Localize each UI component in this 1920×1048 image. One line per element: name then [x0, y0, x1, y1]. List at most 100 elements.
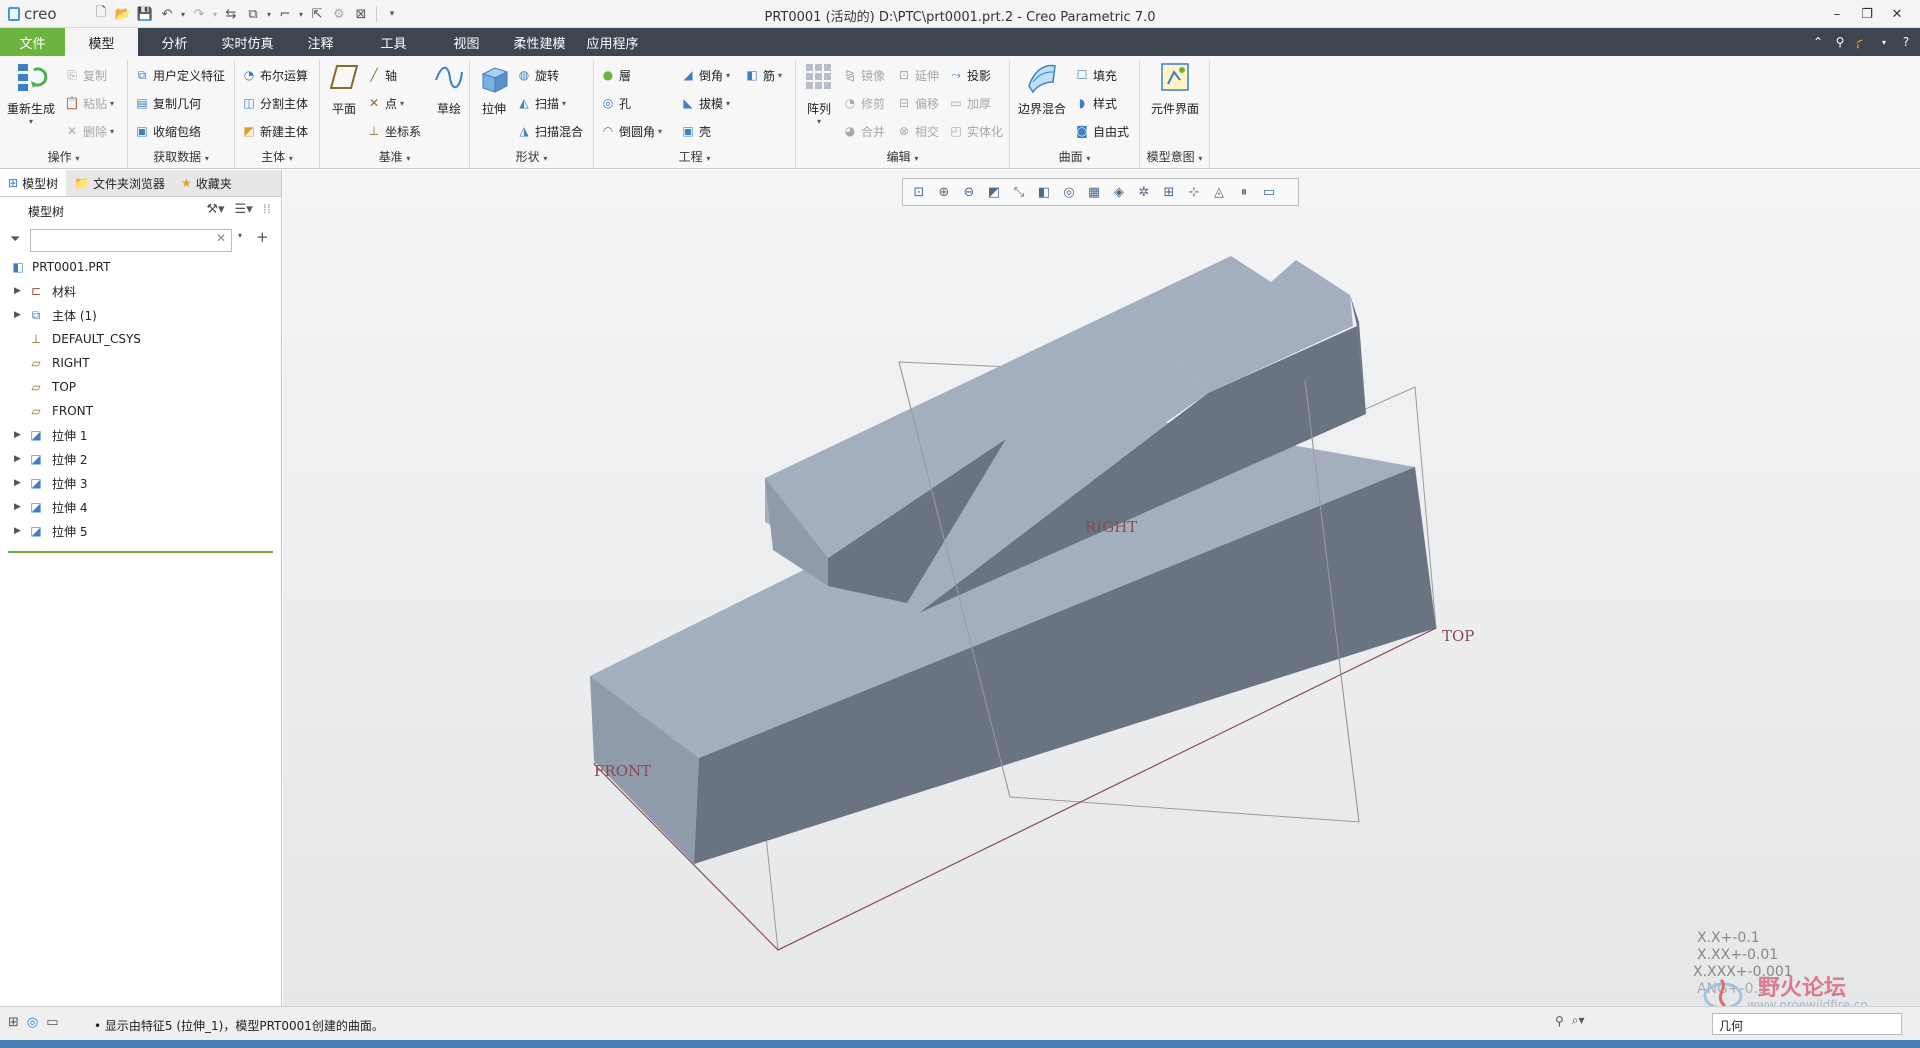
tree-node-csys[interactable]: ⊥ DEFAULT_CSYS	[0, 327, 281, 351]
settings-dropdown-icon[interactable]: ▾	[1876, 32, 1892, 52]
layer-button[interactable]: ● 層	[600, 65, 631, 85]
sweep-button[interactable]: ◭ 扫描 ▾	[516, 93, 566, 113]
solidify-button[interactable]: ◰ 实体化	[948, 121, 1003, 141]
tree-node-extrude-5[interactable]: ▶ ◪ 拉伸 5	[0, 519, 281, 543]
csys-button[interactable]: ⊥ 坐标系	[366, 121, 421, 141]
tab-favorites[interactable]: ★ 收藏夹	[173, 170, 240, 196]
freestyle-button[interactable]: ◙ 自由式	[1074, 121, 1129, 141]
help-icon[interactable]: ?	[1898, 32, 1914, 52]
pause-icon[interactable]: ⏸	[1232, 181, 1256, 203]
rib-button[interactable]: ◧ 筋 ▾	[744, 65, 782, 85]
tab-file[interactable]: 文件	[0, 28, 65, 56]
copy-geometry-button[interactable]: ▤ 复制几何	[134, 93, 201, 113]
tab-applications[interactable]: 应用程序	[576, 28, 649, 56]
group-datum-name[interactable]: 基准 ▾	[320, 148, 469, 165]
tree-node-extrude-3[interactable]: ▶ ◪ 拉伸 3	[0, 471, 281, 495]
collapse-ribbon-icon[interactable]: ⌃	[1810, 32, 1826, 52]
tab-folder-browser[interactable]: 📁 文件夹浏览器	[66, 170, 173, 196]
round-button[interactable]: ◠ 倒圆角 ▾	[600, 121, 662, 141]
repaint-icon[interactable]: ◩	[982, 181, 1006, 203]
hole-button[interactable]: ◎ 孔	[600, 93, 631, 113]
merge-button[interactable]: ◕ 合并	[842, 121, 885, 141]
pattern-dropdown-icon[interactable]: ▾	[817, 117, 821, 126]
tree-node-front[interactable]: ▱ FRONT	[0, 399, 281, 423]
annotation-display-icon[interactable]: ⊞	[1157, 181, 1181, 203]
expand-icon[interactable]: ▶	[14, 478, 21, 488]
zoom-in-icon[interactable]: ⊕	[932, 181, 956, 203]
shrinkwrap-button[interactable]: ▣ 收缩包络	[134, 121, 201, 141]
tree-columns-icon[interactable]: ☰▾	[235, 202, 253, 217]
trim-button[interactable]: ◔ 修剪	[842, 93, 885, 113]
point-button[interactable]: ✕ 点 ▾	[366, 93, 404, 113]
add-filter-icon[interactable]: +	[256, 228, 269, 246]
udf-button[interactable]: ⧉ 用户定义特征	[134, 65, 225, 85]
tree-node-extrude-2[interactable]: ▶ ◪ 拉伸 2	[0, 447, 281, 471]
spin-center-icon[interactable]: ⊹	[1182, 181, 1206, 203]
draft-dropdown-icon[interactable]: ▾	[726, 99, 730, 108]
graphics-window[interactable]: RIGHT TOP FRONT ⊡ ⊕ ⊖ ◩ ⤡ ◧ ◎ ▦ ◈ ✲ ⊞ ⊹ …	[283, 170, 1920, 1006]
expand-icon[interactable]: ▶	[14, 286, 21, 296]
tab-model[interactable]: 模型	[65, 28, 138, 56]
zoom-out-icon[interactable]: ⊖	[957, 181, 981, 203]
tab-annotate[interactable]: 注释	[284, 28, 357, 56]
split-body-button[interactable]: ◫ 分割主体	[241, 93, 308, 113]
copy-button[interactable]: ⎘ 复制	[64, 65, 107, 85]
group-engineering-name[interactable]: 工程 ▾	[594, 148, 795, 165]
tab-tools[interactable]: 工具	[357, 28, 430, 56]
tree-filter-icon[interactable]: ⁞⁞	[263, 202, 271, 217]
draft-button[interactable]: ◣ 拔模 ▾	[680, 93, 730, 113]
tab-flexible-modeling[interactable]: 柔性建模	[503, 28, 576, 56]
tab-view[interactable]: 视图	[430, 28, 503, 56]
offset-button[interactable]: ⊟ 偏移	[896, 93, 939, 113]
reorient-icon[interactable]: ⤡	[1007, 181, 1031, 203]
regenerate-dropdown-icon[interactable]: ▾	[29, 117, 33, 126]
group-shapes-name[interactable]: 形状 ▾	[470, 148, 593, 165]
tree-node-extrude-1[interactable]: ▶ ◪ 拉伸 1	[0, 423, 281, 447]
smart-select-icon[interactable]: ⚲	[1555, 1014, 1564, 1028]
group-editing-name[interactable]: 编辑 ▾	[796, 148, 1009, 165]
search-dropdown-icon[interactable]: ▾	[238, 231, 242, 240]
paste-button[interactable]: 📋 粘贴 ▾	[64, 93, 115, 113]
extrude-button[interactable]: 拉伸	[474, 60, 514, 117]
refit-icon[interactable]: ⊡	[907, 181, 931, 203]
paste-dropdown-icon[interactable]: ▾	[110, 99, 114, 108]
tab-analysis[interactable]: 分析	[138, 28, 211, 56]
tree-search-input[interactable]	[30, 229, 232, 252]
shell-button[interactable]: ▣ 壳	[680, 121, 711, 141]
expand-icon[interactable]: ▶	[14, 430, 21, 440]
regenerate-button[interactable]: 重新生成 ▾	[4, 60, 58, 126]
rib-dropdown-icon[interactable]: ▾	[778, 71, 782, 80]
chamfer-dropdown-icon[interactable]: ▾	[726, 71, 730, 80]
clear-search-icon[interactable]: ✕	[216, 231, 226, 245]
thicken-button[interactable]: ▭ 加厚	[948, 93, 991, 113]
saved-views-icon[interactable]: ◎	[1057, 181, 1081, 203]
extend-button[interactable]: ⊡ 延伸	[896, 65, 939, 85]
expand-icon[interactable]: ▶	[14, 454, 21, 464]
tab-model-tree[interactable]: ⊞ 模型树	[0, 170, 67, 196]
search-help-icon[interactable]: ⚲	[1832, 32, 1848, 52]
boundary-blend-button[interactable]: 边界混合	[1014, 60, 1070, 117]
group-surfaces-name[interactable]: 曲面 ▾	[1010, 148, 1139, 165]
view-manager-icon[interactable]: ▦	[1082, 181, 1106, 203]
expand-icon[interactable]: ▶	[14, 526, 21, 536]
axis-button[interactable]: ╱ 轴	[366, 65, 397, 85]
tree-node-bodies[interactable]: ▶ ⧉ 主体 (1)	[0, 303, 281, 327]
swept-blend-button[interactable]: ◮ 扫描混合	[516, 121, 583, 141]
component-interface-button[interactable]: 元件界面	[1144, 60, 1206, 117]
fullscreen-icon[interactable]: ▭	[46, 1015, 58, 1030]
delete-button[interactable]: ✕ 删除 ▾	[64, 121, 114, 141]
close-button[interactable]: ✕	[1882, 4, 1912, 24]
section-icon[interactable]: ◬	[1207, 181, 1231, 203]
toggle-navigator-icon[interactable]: ⊞	[8, 1015, 19, 1030]
fill-button[interactable]: ☐ 填充	[1074, 65, 1117, 85]
group-body-name[interactable]: 主体 ▾	[235, 148, 319, 165]
mirror-button[interactable]: ⧎ 镜像	[842, 65, 885, 85]
display-style-icon[interactable]: ◧	[1032, 181, 1056, 203]
restore-button[interactable]: ❐	[1852, 4, 1882, 24]
tab-live-simulation[interactable]: 实时仿真	[211, 28, 284, 56]
tree-settings-icon[interactable]: ⚒▾	[206, 202, 224, 217]
tree-node-right[interactable]: ▱ RIGHT	[0, 351, 281, 375]
tree-node-material[interactable]: ▶ ⊏ 材料	[0, 279, 281, 303]
minimize-button[interactable]: –	[1822, 4, 1852, 24]
tree-node-part[interactable]: ◧ PRT0001.PRT	[0, 255, 281, 279]
